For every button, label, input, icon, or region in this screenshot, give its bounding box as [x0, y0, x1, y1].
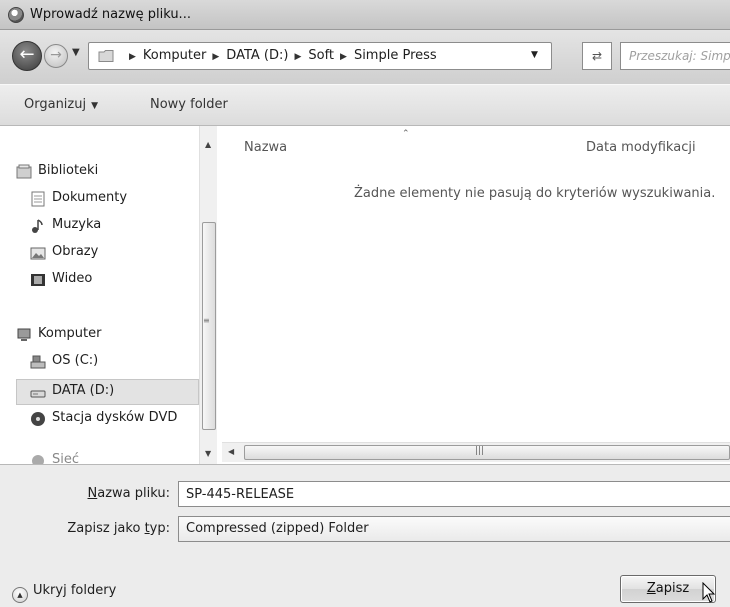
file-name-label-text: azwa pliku: — [97, 486, 170, 501]
network-icon — [32, 455, 44, 464]
sidebar-item-label: Muzyka — [52, 217, 102, 232]
column-header-date-modified[interactable]: Data modyfikacji — [586, 140, 696, 155]
drive-d-icon — [30, 390, 46, 398]
search-box[interactable] — [620, 42, 730, 70]
back-arrow-icon: ← — [19, 44, 35, 65]
save-type-label-text: Zapisz jako — [67, 521, 145, 536]
address-bar[interactable]: ▶ Komputer ▶ DATA (D:) ▶ Soft ▶ Simple Press ▼ — [88, 42, 552, 70]
save-type-value: Compressed (zipped) Folder — [186, 521, 369, 536]
sidebar-item-label: Stacja dysków DVD — [52, 410, 178, 425]
breadcrumb-item[interactable]: Soft — [308, 48, 334, 63]
video-icon — [31, 274, 45, 286]
back-button[interactable]: ← — [12, 41, 42, 71]
chevron-down-icon: ▼ — [91, 101, 99, 111]
organize-button[interactable]: Organizuj ▼ — [24, 97, 98, 112]
save-form: Nazwa pliku: Zapisz jako typ: Compressed… — [0, 464, 730, 607]
save-button-label: apisz — [655, 581, 690, 596]
document-icon — [31, 191, 45, 207]
chevron-right-icon[interactable]: ▶ — [340, 52, 347, 62]
app-icon — [8, 7, 24, 23]
command-bar: Organizuj ▼ Nowy folder — [0, 84, 730, 126]
scroll-up-icon[interactable]: ▲ — [205, 140, 211, 149]
mouse-cursor-icon — [702, 582, 716, 603]
breadcrumb-item[interactable]: Komputer — [143, 48, 206, 63]
save-type-label: Zapisz jako typ: — [20, 521, 170, 536]
sidebar-item-label: Sieć — [52, 452, 80, 464]
file-name-label-accesskey: N — [87, 486, 98, 501]
title-bar: Wprowadź nazwę pliku... — [0, 0, 730, 30]
forward-button[interactable]: → — [44, 44, 68, 68]
file-name-input[interactable] — [179, 482, 730, 506]
chevron-right-icon[interactable]: ▶ — [212, 52, 219, 62]
chevron-right-icon[interactable]: ▶ — [129, 52, 136, 62]
scrollbar-grip-icon: ≡ — [203, 316, 210, 325]
breadcrumb-item[interactable]: DATA (D:) — [226, 48, 288, 63]
chevron-up-icon: ▲ — [12, 587, 28, 603]
save-type-select[interactable]: Compressed (zipped) Folder — [178, 516, 730, 542]
chevron-right-icon[interactable]: ▶ — [294, 52, 301, 62]
empty-results-message: Żadne elementy nie pasują do kryteriów w… — [354, 186, 716, 201]
sidebar-item-label: Biblioteki — [38, 163, 99, 178]
save-button-accesskey: Z — [646, 581, 656, 596]
folder-icon — [98, 50, 114, 62]
hide-folders-label: Ukryj foldery — [33, 583, 117, 598]
file-name-label: Nazwa pliku: — [20, 486, 170, 501]
sidebar-item-label: Obrazy — [52, 244, 99, 259]
sidebar-item-label: Wideo — [52, 271, 93, 286]
scrollbar-grip-icon: ||| — [475, 446, 485, 456]
sidebar-item-label: Komputer — [38, 326, 102, 341]
file-list[interactable]: ⌃ Nazwa Data modyfikacji Żadne elementy … — [222, 126, 730, 442]
history-dropdown[interactable]: ▼ — [72, 47, 80, 58]
forward-arrow-icon: → — [50, 47, 62, 63]
organize-label: Organizuj — [24, 97, 87, 112]
computer-icon — [17, 328, 31, 341]
breadcrumb-item[interactable]: Simple Press — [354, 48, 437, 63]
pictures-icon — [30, 247, 46, 260]
hide-folders-toggle[interactable]: ▲ Ukryj foldery — [12, 583, 116, 603]
scrollbar-thumb[interactable]: ||| — [244, 445, 730, 460]
refresh-button[interactable]: ⇄ — [582, 42, 612, 70]
refresh-icon: ⇄ — [591, 49, 603, 63]
libraries-icon — [16, 164, 32, 179]
window-title: Wprowadź nazwę pliku... — [30, 7, 191, 22]
column-header-name[interactable]: Nazwa — [244, 140, 287, 155]
file-list-horizontal-scrollbar[interactable]: ◀ ||| — [222, 442, 730, 462]
navigation-pane-scrollbar[interactable]: ▲ ≡ ▼ — [199, 126, 217, 464]
music-icon — [32, 219, 43, 233]
scroll-down-icon[interactable]: ▼ — [205, 449, 211, 458]
sidebar-item-label: DATA (D:) — [52, 383, 115, 398]
save-type-label-text: yp: — [149, 521, 170, 536]
breadcrumb: ▶ Komputer ▶ DATA (D:) ▶ Soft ▶ Simple Press — [123, 48, 437, 63]
dvd-drive-icon — [31, 412, 45, 426]
navigation-bar: ← → ▼ ▶ Komputer ▶ DATA (D:) ▶ Soft ▶ Simple Pr… — [0, 30, 730, 84]
sidebar-item-label: OS (C:) — [52, 353, 99, 368]
sidebar-item-label: Dokumenty — [52, 190, 128, 205]
file-name-field[interactable] — [178, 481, 730, 507]
scrollbar-thumb[interactable] — [202, 222, 216, 430]
sort-ascending-icon: ⌃ — [402, 129, 410, 139]
drive-c-icon — [30, 355, 46, 369]
search-input[interactable] — [621, 43, 730, 69]
address-dropdown-icon[interactable]: ▼ — [531, 50, 538, 60]
new-folder-button[interactable]: Nowy folder — [150, 97, 228, 112]
scroll-left-icon[interactable]: ◀ — [228, 447, 234, 456]
navigation-pane: Biblioteki Dokumenty Muzyka Obrazy Wideo… — [0, 126, 218, 464]
